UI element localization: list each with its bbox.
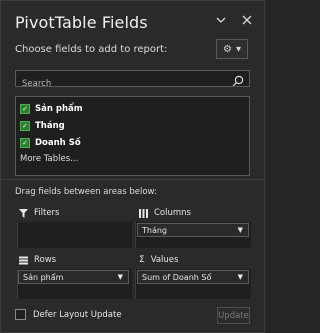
field-label: Sản phẩm	[35, 103, 83, 114]
dropdown-arrow-icon: ▼	[117, 273, 123, 281]
rows-label: Rows	[34, 255, 57, 265]
columns-field-dropdown[interactable]: Tháng ▼	[137, 223, 249, 237]
close-icon[interactable]	[242, 13, 252, 29]
columns-area-header: Columns	[139, 208, 191, 218]
rows-field-label: Sản phẩm	[23, 272, 64, 282]
pivot-fields-pane: PivotTable Fields Choose fields to add t…	[0, 0, 265, 333]
dropdown-arrow-icon: ▼	[237, 226, 243, 234]
sigma-icon: Σ	[139, 255, 145, 265]
filters-area-header: Filters	[19, 208, 59, 218]
field-label: Tháng	[35, 120, 65, 131]
title-actions	[216, 13, 252, 29]
filters-label: Filters	[34, 208, 60, 218]
dropdown-arrow-icon: ▼	[237, 273, 243, 281]
field-item[interactable]: ✓ Tháng	[16, 118, 249, 133]
choose-fields-label: Choose fields to add to report:	[15, 44, 168, 55]
rows-icon	[19, 256, 28, 264]
update-button[interactable]: Update	[217, 307, 250, 324]
values-area-header: Σ Values	[139, 255, 178, 265]
defer-label: Defer Layout Update	[33, 309, 122, 320]
values-field-label: Sum of Doanh Số	[142, 272, 212, 282]
defer-layout-update[interactable]: Defer Layout Update	[15, 309, 122, 320]
field-item[interactable]: ✓ Sản phẩm	[16, 101, 249, 116]
columns-icon	[139, 208, 148, 218]
rows-area-header: Rows	[19, 255, 56, 265]
values-field-dropdown[interactable]: Sum of Doanh Số ▼	[137, 270, 249, 284]
chevron-down-icon: ▾	[235, 43, 241, 55]
checkbox-checked[interactable]: ✓	[20, 137, 30, 148]
values-label: Values	[150, 255, 179, 265]
columns-label: Columns	[154, 208, 191, 218]
pane-title: PivotTable Fields	[15, 13, 148, 32]
field-list: ✓ Sản phẩm ✓ Tháng ✓ Doanh Số More Table…	[15, 96, 250, 176]
chevron-down-icon[interactable]	[216, 13, 226, 29]
gear-icon: ⚙	[223, 43, 232, 55]
divider	[1, 179, 264, 180]
columns-field-label: Tháng	[142, 225, 168, 235]
checkbox-checked[interactable]: ✓	[20, 120, 30, 131]
filter-icon	[19, 208, 28, 218]
search-input[interactable]	[16, 76, 227, 92]
checkbox-checked[interactable]: ✓	[20, 103, 30, 114]
drag-areas-label: Drag fields between areas below:	[15, 187, 157, 197]
tools-settings-button[interactable]: ⚙ ▾	[216, 39, 248, 59]
rows-field-dropdown[interactable]: Sản phẩm ▼	[18, 270, 129, 284]
filters-drop-area[interactable]	[17, 222, 132, 248]
field-label: Doanh Số	[35, 137, 81, 148]
search-icon[interactable]	[232, 72, 244, 91]
defer-checkbox[interactable]	[15, 309, 26, 320]
more-tables-link[interactable]: More Tables...	[16, 154, 249, 164]
field-item[interactable]: ✓ Doanh Số	[16, 135, 249, 150]
search-box[interactable]	[15, 70, 250, 92]
